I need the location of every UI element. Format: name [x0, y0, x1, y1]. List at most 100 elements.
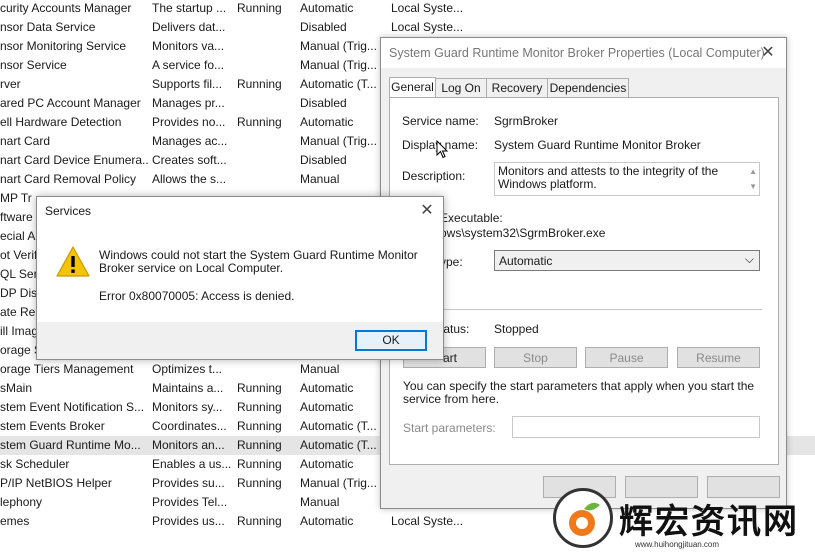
service-desc-cell: Manages ac...: [152, 134, 228, 148]
start-params-input[interactable]: [512, 416, 760, 438]
service-name-cell: stem Event Notification S...: [0, 400, 145, 414]
service-name-value: SgrmBroker: [494, 114, 559, 128]
watermark-logo: [553, 488, 613, 548]
service-desc-cell: Manages pr...: [152, 96, 225, 110]
tab-log-on[interactable]: Log On: [435, 78, 487, 97]
start-params-hint: You can specify the start parameters tha…: [403, 379, 755, 406]
service-name-cell: nsor Monitoring Service: [0, 39, 127, 53]
start-params-label: Start parameters:: [403, 421, 496, 435]
service-startup-cell: Manual: [300, 495, 340, 509]
fruit-logo-icon: [569, 502, 600, 536]
dialog-close-icon[interactable]: ✕: [419, 203, 435, 219]
scroll-up-icon[interactable]: ▲: [749, 165, 757, 178]
service-desc-cell: Provides Tel...: [152, 495, 228, 509]
mouse-cursor-icon: [436, 140, 449, 159]
tab-recovery[interactable]: Recovery: [486, 78, 548, 97]
service-startup-cell: Automatic: [300, 514, 354, 528]
service-startup-cell: Manual (Trig...: [300, 58, 377, 72]
watermark-text: 辉宏资讯网: [619, 503, 799, 541]
warning-icon: [56, 246, 90, 277]
service-row[interactable]: nsor Data Service Delivers dat... Disabled…: [0, 18, 815, 37]
service-startup-cell: Manual (Trig...: [300, 134, 377, 148]
service-desc-cell: Supports fil...: [152, 77, 223, 91]
service-startup-cell: Automatic: [300, 457, 354, 471]
service-name-cell: nsor Service: [0, 58, 67, 72]
status-label: tatus:: [440, 322, 470, 336]
service-status-cell: Running: [237, 77, 282, 91]
service-desc-cell: Monitors an...: [152, 438, 225, 452]
service-name-cell: curity Accounts Manager: [0, 1, 132, 15]
service-status-cell: Running: [237, 115, 282, 129]
service-startup-cell: Disabled: [300, 20, 347, 34]
service-startup-cell: Manual (Trig...: [300, 39, 377, 53]
service-startup-cell: Automatic: [300, 381, 354, 395]
error-dialog: Services ✕ Windows could not start the S…: [36, 196, 444, 360]
service-logon-cell: Local Syste...: [391, 514, 464, 528]
service-desc-cell: Coordinates...: [152, 419, 227, 433]
service-logon-cell: Local Syste...: [391, 20, 464, 34]
service-name-cell: nsor Data Service: [0, 20, 96, 34]
service-desc-cell: Maintains a...: [152, 381, 224, 395]
service-startup-cell: Automatic (T...: [300, 438, 377, 452]
path-label: Executable:: [440, 211, 503, 225]
service-startup-cell: Disabled: [300, 153, 347, 167]
scroll-down-icon[interactable]: ▼: [749, 180, 757, 193]
service-name-cell: emes: [0, 514, 30, 528]
service-desc-cell: The startup ...: [152, 1, 227, 15]
service-desc-cell: Enables a us...: [152, 457, 232, 471]
dialog-message: Windows could not start the System Guard…: [99, 248, 418, 275]
service-status-cell: Running: [237, 438, 282, 452]
service-desc-cell: Creates soft...: [152, 153, 227, 167]
startup-type-value: Automatic: [499, 254, 553, 268]
service-startup-cell: Manual: [300, 172, 340, 186]
description-box: Monitors and attests to the integrity of…: [494, 162, 760, 196]
service-name-cell: ell Hardware Detection: [0, 115, 122, 129]
watermark: 辉宏资讯网 www.huihongjituan.com: [553, 488, 815, 556]
service-desc-cell: Provides us...: [152, 514, 225, 528]
ok-button[interactable]: OK: [355, 330, 427, 351]
service-logon-cell: Local Syste...: [391, 1, 464, 15]
close-icon[interactable]: ✕: [760, 45, 776, 61]
tab-general[interactable]: General: [389, 77, 436, 98]
service-name-cell: nart Card Device Enumera...: [0, 153, 148, 167]
display-name-value: System Guard Runtime Monitor Broker: [494, 138, 701, 152]
stop-button[interactable]: Stop: [494, 347, 577, 368]
service-status-cell: Running: [237, 400, 282, 414]
watermark-url: www.huihongjituan.com: [635, 540, 720, 549]
properties-titlebar[interactable]: System Guard Runtime Monitor Broker Prop…: [381, 38, 786, 68]
status-value: Stopped: [494, 322, 539, 336]
description-label: Description:: [402, 169, 466, 183]
service-desc-cell: A service fo...: [152, 58, 225, 72]
resume-button[interactable]: Resume: [677, 347, 760, 368]
service-desc-cell: Optimizes t...: [152, 362, 223, 376]
general-panel: Service name: SgrmBroker Display name: S…: [389, 97, 779, 465]
service-name-cell: sk Scheduler: [0, 457, 70, 471]
service-name-cell: stem Guard Runtime Mo...: [0, 438, 141, 452]
service-startup-cell: Automatic: [300, 1, 354, 15]
service-desc-cell: Monitors sy...: [152, 400, 223, 414]
service-startup-cell: Automatic (T...: [300, 77, 377, 91]
service-desc-cell: Provides no...: [152, 115, 226, 129]
pause-button[interactable]: Pause: [585, 347, 668, 368]
dialog-title: Services: [45, 204, 92, 218]
divider: [402, 309, 762, 310]
service-status-cell: Running: [237, 457, 282, 471]
service-name-cell: sMain: [0, 381, 33, 395]
service-startup-cell: Automatic: [300, 115, 354, 129]
properties-title: System Guard Runtime Monitor Broker Prop…: [389, 46, 765, 60]
service-name-cell: lephony: [0, 495, 43, 509]
service-name-cell: orage Tiers Management: [0, 362, 134, 376]
startup-type-select[interactable]: Automatic ⌵: [494, 250, 760, 271]
tab-dependencies[interactable]: Dependencies: [547, 78, 629, 97]
service-row[interactable]: curity Accounts Manager The startup ... Ru…: [0, 0, 815, 18]
service-status-cell: Running: [237, 514, 282, 528]
dialog-footer: OK: [37, 322, 443, 359]
service-name-cell: rver: [0, 77, 21, 91]
service-startup-cell: Disabled: [300, 96, 347, 110]
service-startup-cell: Manual (Trig...: [300, 476, 377, 490]
dialog-error: Error 0x80070005: Access is denied.: [99, 289, 295, 303]
service-name-label: Service name:: [402, 114, 479, 128]
service-name-cell: nart Card: [0, 134, 51, 148]
chevron-down-icon: ⌵: [744, 252, 754, 266]
service-startup-cell: Automatic: [300, 400, 354, 414]
